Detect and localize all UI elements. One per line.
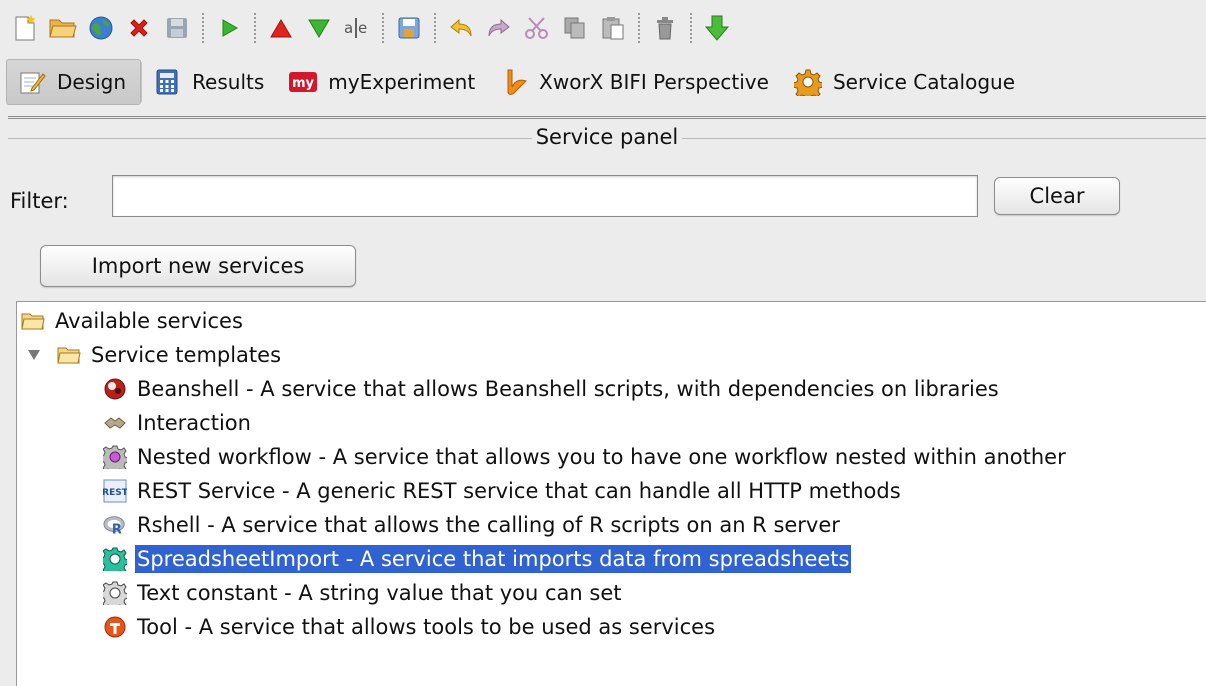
- tree-item-beanshell[interactable]: Beanshell - A service that allows Beansh…: [103, 372, 1001, 406]
- tab-myexperiment-label: myExperiment: [328, 70, 476, 94]
- tree-item-text-constant[interactable]: Text constant - A string value that you …: [103, 576, 623, 610]
- tab-service-catalogue[interactable]: Service Catalogue: [783, 59, 1029, 105]
- tree-group-service-templates[interactable]: Service templates: [23, 338, 283, 372]
- import-new-services-button[interactable]: Import new services: [40, 245, 356, 287]
- tree-item-spreadsheet-import[interactable]: SpreadsheetImport - A service that impor…: [103, 542, 852, 576]
- tree-root-label: Available services: [55, 309, 243, 333]
- move-up-icon[interactable]: [262, 6, 300, 50]
- beanshell-icon: [103, 377, 127, 401]
- service-panel: Service panel Filter: Clear Import new s…: [8, 116, 1206, 686]
- filter-label: Filter:: [10, 189, 69, 213]
- svg-text:a: a: [344, 19, 353, 37]
- redo-icon[interactable]: [480, 6, 518, 50]
- calculator-icon: [152, 67, 182, 97]
- open-folder-icon[interactable]: [44, 6, 82, 50]
- panel-title: Service panel: [8, 125, 1206, 149]
- save-icon[interactable]: [158, 6, 196, 50]
- folder-icon: [21, 309, 45, 333]
- save-as-icon[interactable]: [390, 6, 428, 50]
- tab-results[interactable]: Results: [142, 59, 278, 105]
- globe-icon[interactable]: [82, 6, 120, 50]
- tree-item-label: Tool - A service that allows tools to be…: [137, 615, 716, 639]
- tab-xworx-bifi[interactable]: XworX BIFI Perspective: [489, 59, 783, 105]
- copy-icon[interactable]: [556, 6, 594, 50]
- tree-item-label: Rshell - A service that allows the calli…: [137, 513, 840, 537]
- rename-icon[interactable]: ae: [338, 6, 376, 50]
- nested-workflow-gear-icon: [103, 445, 127, 469]
- tree-item-label: Nested workflow - A service that allows …: [137, 445, 1066, 469]
- design-icon: [17, 67, 47, 97]
- svg-text:my: my: [292, 76, 315, 91]
- interaction-icon: [103, 411, 127, 435]
- tool-icon: [103, 615, 127, 639]
- folder-icon: [57, 343, 81, 367]
- tree-item-nested-workflow[interactable]: Nested workflow - A service that allows …: [103, 440, 1068, 474]
- tab-myexperiment[interactable]: my myExperiment: [278, 59, 489, 105]
- paste-icon[interactable]: [594, 6, 632, 50]
- tree-root-available-services[interactable]: Available services: [21, 304, 245, 338]
- filter-input[interactable]: [112, 175, 978, 217]
- service-tree[interactable]: Available services Service templates Bea…: [16, 301, 1206, 686]
- toolbar-separator: [690, 13, 692, 43]
- tree-item-interaction[interactable]: Interaction: [103, 406, 253, 440]
- undo-icon[interactable]: [442, 6, 480, 50]
- delete-icon[interactable]: [646, 6, 684, 50]
- svg-text:R: R: [112, 522, 122, 537]
- toolbar-separator: [382, 13, 384, 43]
- toolbar-separator: [254, 13, 256, 43]
- tree-item-rshell[interactable]: R Rshell - A service that allows the cal…: [103, 508, 842, 542]
- catalogue-gear-icon: [793, 67, 823, 97]
- move-down-icon[interactable]: [300, 6, 338, 50]
- svg-text:e: e: [358, 19, 367, 37]
- tree-item-rest-service[interactable]: REST REST Service - A generic REST servi…: [103, 474, 903, 508]
- toolbar-separator: [638, 13, 640, 43]
- perspective-bar: Design Results my myExperiment XworX BIF…: [0, 58, 1206, 106]
- tab-service-catalogue-label: Service Catalogue: [832, 70, 1016, 94]
- run-icon[interactable]: [210, 6, 248, 50]
- xworx-icon: [499, 67, 529, 97]
- tab-design[interactable]: Design: [6, 59, 142, 105]
- myexperiment-icon: my: [288, 67, 318, 97]
- cut-icon[interactable]: [518, 6, 556, 50]
- tab-design-label: Design: [57, 70, 127, 94]
- tree-item-label: SpreadsheetImport - A service that impor…: [135, 545, 852, 573]
- tree-item-label: Interaction: [137, 411, 251, 435]
- tree-item-label: Beanshell - A service that allows Beansh…: [137, 377, 999, 401]
- tab-xworx-bifi-label: XworX BIFI Perspective: [539, 70, 769, 94]
- new-workflow-icon[interactable]: [6, 6, 44, 50]
- text-constant-gear-icon: [103, 581, 127, 605]
- expand-triangle-icon[interactable]: [23, 350, 45, 360]
- rest-icon: REST: [103, 479, 127, 503]
- clear-button[interactable]: Clear: [994, 177, 1120, 215]
- tree-item-label: Text constant - A string value that you …: [137, 581, 622, 605]
- spreadsheet-gear-icon: [103, 547, 127, 571]
- toolbar-separator: [434, 13, 436, 43]
- tree-group-label: Service templates: [91, 343, 282, 367]
- download-icon[interactable]: [698, 6, 736, 50]
- svg-text:REST: REST: [103, 488, 127, 498]
- tree-item-label: REST Service - A generic REST service th…: [137, 479, 901, 503]
- toolbar-separator: [202, 13, 204, 43]
- main-toolbar: ae: [0, 0, 1206, 56]
- r-icon: R: [103, 513, 127, 537]
- close-red-x-icon[interactable]: [120, 6, 158, 50]
- tab-results-label: Results: [192, 70, 265, 94]
- tree-item-tool[interactable]: Tool - A service that allows tools to be…: [103, 610, 717, 644]
